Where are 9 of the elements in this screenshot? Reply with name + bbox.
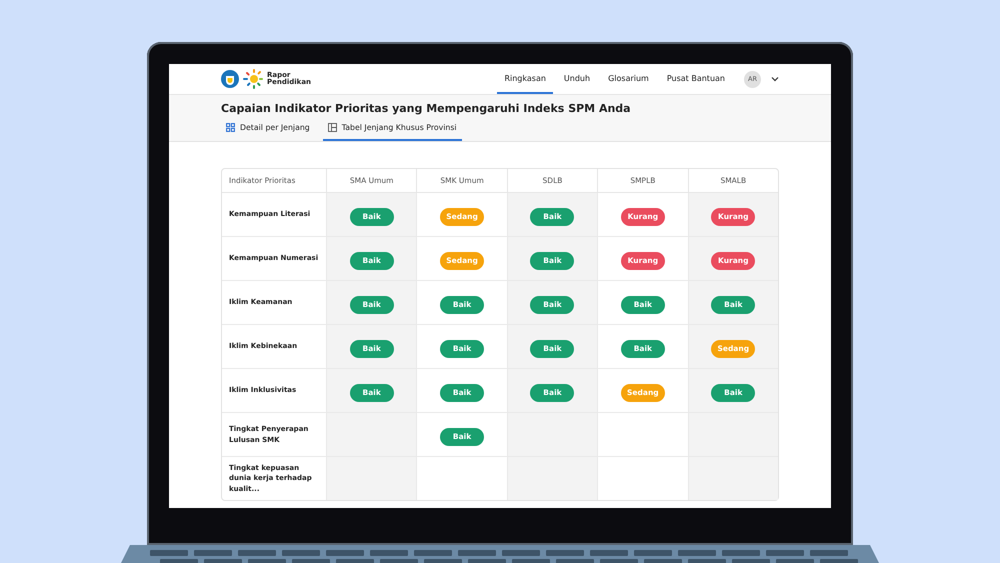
table-icon [328, 123, 337, 132]
nav-link[interactable]: Glosarium [601, 64, 656, 94]
chevron-down-icon[interactable] [771, 76, 779, 82]
sun-logo-icon [243, 69, 263, 89]
page-title: Capaian Indikator Prioritas yang Mempengaruhi Indeks SPM Anda [221, 102, 632, 115]
nav-link[interactable]: Pusat Bantuan [660, 64, 732, 94]
emblem-icon [221, 70, 239, 88]
nav-link[interactable]: Unduh [556, 64, 598, 94]
grid-icon [226, 123, 235, 132]
